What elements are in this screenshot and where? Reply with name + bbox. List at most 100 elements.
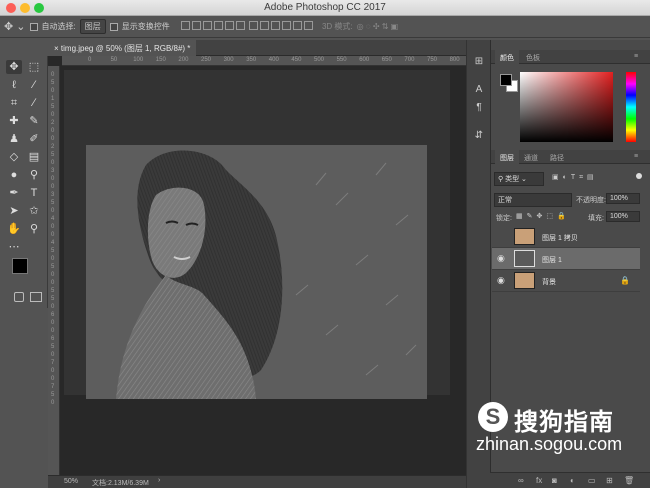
tab-swatches[interactable]: 色板	[521, 50, 545, 64]
tab-layers[interactable]: 图层	[495, 150, 519, 164]
layer-filter-dropdown[interactable]: ⚲ 类型 ⌄	[494, 172, 544, 186]
ruler-tick-label: 800	[449, 57, 460, 63]
hand-icon[interactable]: ✋	[6, 222, 22, 236]
auto-select-checkbox[interactable]	[29, 22, 38, 31]
type-icon[interactable]: T	[26, 186, 42, 200]
path-select-icon[interactable]: ➤	[6, 204, 22, 218]
ruler-tick-label: 400	[268, 57, 279, 63]
move-tool-preset-icon[interactable]: ✥ ⌄	[4, 20, 26, 33]
opacity-field[interactable]: 100%	[606, 193, 640, 204]
libraries-icon[interactable]: ⊞	[471, 56, 487, 70]
lasso-icon[interactable]: ℓ	[6, 78, 22, 92]
color-panel-foreground-swatch[interactable]	[500, 74, 512, 86]
ruler-tick-label: 0	[51, 208, 55, 214]
blur-icon[interactable]: ●	[6, 168, 22, 182]
character-icon[interactable]: A	[471, 84, 487, 98]
layer-thumbnail	[514, 250, 535, 267]
screen-mode-icon[interactable]	[30, 292, 42, 302]
layer-thumbnail	[514, 272, 535, 289]
ruler-tick-label: 150	[155, 57, 166, 63]
move-icon[interactable]: ✥	[6, 60, 22, 74]
layer-row[interactable]: ◉ 背景 🔒	[492, 270, 640, 292]
color-picker-field[interactable]	[520, 72, 613, 142]
distribute-hcenter-icon[interactable]	[292, 21, 302, 30]
brush-icon[interactable]: ✎	[26, 114, 42, 128]
mask-icon[interactable]: ◙	[552, 476, 557, 485]
paragraph-icon[interactable]: ¶	[471, 102, 487, 116]
marquee-icon[interactable]: ⬚	[26, 60, 42, 74]
align-left-icon[interactable]	[213, 21, 223, 30]
status-arrow-icon[interactable]: ›	[158, 477, 160, 484]
show-transform-checkbox[interactable]	[109, 22, 118, 31]
horizontal-ruler[interactable]: 0 50 100 150 200 250 300 350 400 450 500 550 600 650 7…	[62, 56, 466, 66]
distribute-vcenter-icon[interactable]	[259, 21, 269, 30]
distribute-left-icon[interactable]	[281, 21, 291, 30]
fx-icon[interactable]: fx	[536, 476, 542, 485]
history-brush-icon[interactable]: ✐	[26, 132, 42, 146]
eye-icon[interactable]: ◉	[497, 275, 505, 286]
ruler-tick-label: 0	[51, 304, 55, 310]
filter-toggle-icon[interactable]	[636, 173, 642, 179]
align-vcenter-icon[interactable]	[191, 21, 201, 30]
artwork-canvas[interactable]	[86, 145, 427, 399]
gradient-icon[interactable]: ▤	[26, 150, 42, 164]
eraser-icon[interactable]: ◇	[6, 150, 22, 164]
crop-icon[interactable]: ⌗	[6, 96, 22, 110]
eyedropper-icon[interactable]: ∕	[26, 96, 42, 110]
layer-filter-icons[interactable]: ▣◐T⌗▤	[552, 173, 598, 182]
folder-icon[interactable]: ▭	[588, 476, 596, 485]
zoom-level[interactable]: 50%	[64, 478, 78, 485]
photoshop-window: Adobe Photoshop CC 2017 ✥ ⌄ 自动选择: 图层 显示变…	[0, 0, 650, 488]
trash-icon[interactable]: 🗑	[624, 476, 634, 485]
align-right-icon[interactable]	[235, 21, 245, 30]
lock-label: 锁定:	[496, 215, 512, 222]
layer-row-selected[interactable]: ◉ 图层 1	[492, 248, 640, 270]
layers-panel-menu-icon[interactable]: ≡	[629, 150, 643, 164]
ruler-tick-label: 5	[51, 296, 55, 302]
link-icon[interactable]: ∞	[518, 476, 524, 485]
distribute-top-icon[interactable]	[248, 21, 258, 30]
ruler-tick-label: 450	[291, 57, 302, 63]
lock-icons[interactable]: ▦✎✥⬚🔒	[516, 212, 570, 220]
hue-slider[interactable]	[626, 72, 636, 142]
tab-close-icon[interactable]: ×	[54, 44, 61, 53]
auto-select-dropdown[interactable]: 图层	[79, 19, 106, 34]
more-icon[interactable]: ⋯	[6, 240, 22, 254]
tab-color[interactable]: 颜色	[495, 50, 519, 64]
document-size: 文档:2.13M/6.39M	[92, 480, 149, 487]
dodge-icon[interactable]: ⚲	[26, 168, 42, 182]
new-layer-icon[interactable]: ⊞	[606, 476, 613, 485]
zoom-icon[interactable]: ⚲	[26, 222, 42, 236]
align-bottom-icon[interactable]	[202, 21, 212, 30]
visibility-toggle[interactable]: ◉	[497, 231, 505, 242]
magic-wand-icon[interactable]: ⁄	[26, 78, 42, 92]
distribute-bottom-icon[interactable]	[270, 21, 280, 30]
ruler-tick-label: 50	[110, 57, 118, 63]
layers-panel-footer: ∞ fx ◙ ◐ ▭ ⊞ 🗑	[490, 472, 650, 488]
ruler-tick-label: 0	[88, 57, 92, 63]
shape-icon[interactable]: ✩	[26, 204, 42, 218]
healing-icon[interactable]: ✚	[6, 114, 22, 128]
layer-row[interactable]: ◉ 图层 1 拷贝	[492, 226, 640, 248]
ruler-tick-label: 0	[51, 184, 55, 190]
ruler-tick-label: 600	[359, 57, 370, 63]
align-top-icon[interactable]	[180, 21, 190, 30]
title-bar: Adobe Photoshop CC 2017	[0, 0, 650, 16]
ruler-tick-label: 6	[51, 336, 55, 342]
fill-field[interactable]: 100%	[606, 211, 640, 222]
tab-paths[interactable]: 路径	[545, 150, 569, 164]
blend-mode-dropdown[interactable]: 正常	[494, 193, 572, 207]
stamp-icon[interactable]: ♟	[6, 132, 22, 146]
vertical-ruler[interactable]: 0 5 0 1 5 0 2 0 0 2 5 0 3 0 0 3 5 0 4 0 0 4 5 0 5 0 0 5 5 0 6 0 0 6 5 0 7 0 0 7…	[48, 66, 60, 475]
adjustment-icon[interactable]: ◐	[570, 476, 575, 485]
document-tab[interactable]: × timg.jpeg @ 50% (图层 1, RGB/8#) *	[48, 40, 197, 56]
eye-icon[interactable]: ◉	[497, 253, 505, 264]
history-icon[interactable]: ⇵	[471, 130, 487, 144]
distribute-right-icon[interactable]	[303, 21, 313, 30]
align-hcenter-icon[interactable]	[224, 21, 234, 30]
pen-icon[interactable]: ✒	[6, 186, 22, 200]
foreground-color-swatch[interactable]	[12, 258, 28, 274]
tab-channels[interactable]: 通道	[519, 150, 543, 164]
panel-menu-icon[interactable]: ≡	[629, 50, 643, 64]
quick-mask-icon[interactable]	[14, 292, 24, 302]
